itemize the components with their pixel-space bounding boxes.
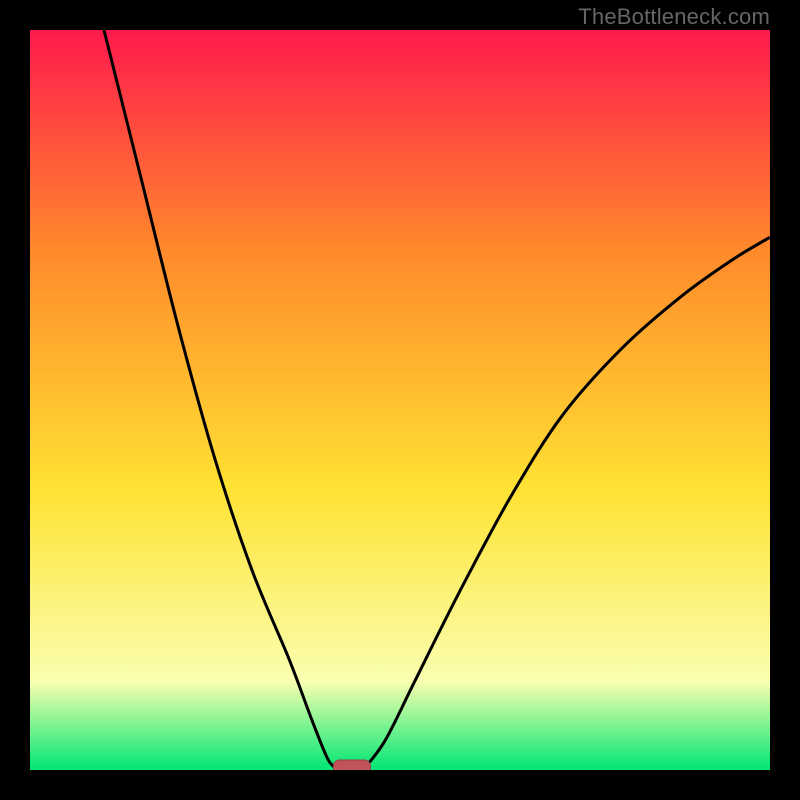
optimum-marker: [333, 760, 370, 770]
watermark-text: TheBottleneck.com: [578, 4, 770, 30]
gradient-background: [30, 30, 770, 770]
chart-svg: [30, 30, 770, 770]
chart-frame: TheBottleneck.com: [0, 0, 800, 800]
plot-area: [30, 30, 770, 770]
